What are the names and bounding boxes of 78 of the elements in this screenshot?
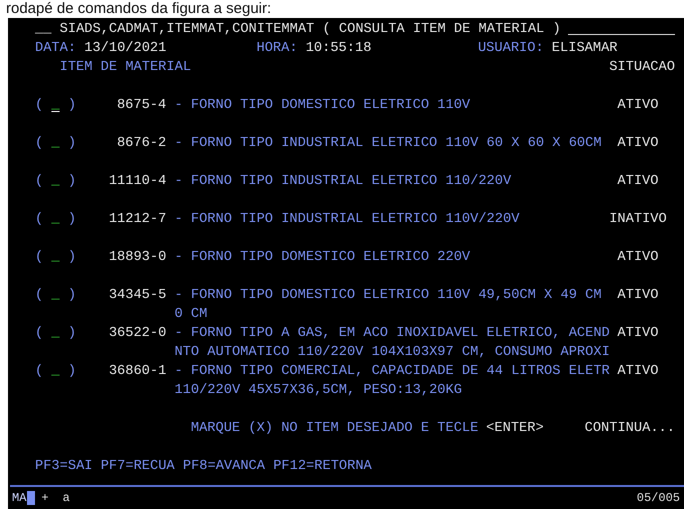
selection-field[interactable]: _ [51,96,60,115]
separator-text: - [174,363,183,381]
caption-text: rodapé de comandos da figura a seguir: [5,0,272,18]
item-status: ATIVO [616,135,660,153]
item-status: ATIVO [616,249,660,267]
item-description: FORNO TIPO DOMESTICO ELETRICO 220V [190,249,470,267]
separator-text: - [174,325,183,343]
item-description: NTO AUTOMATICO 110/220V 104X103X97 CM, CONSUMO APROXI [174,344,610,362]
selection-field[interactable]: _ [51,210,60,229]
bracket: ( [35,249,44,267]
item-status: ATIVO [616,325,660,343]
bracket: ( [35,173,44,191]
item-status: ATIVO [616,287,660,305]
item-status: ATIVO [616,363,660,381]
bracket: ) [68,173,76,191]
item-description: FORNO TIPO DOMESTICO ELETRICO 110V [190,97,470,115]
selection-field[interactable]: _ [51,324,60,343]
separator-text: - [174,287,183,305]
bracket: ( [35,363,44,381]
bracket: ) [68,249,76,267]
bracket: ( [35,287,44,305]
selection-field[interactable]: _ [51,362,60,381]
separator-text: - [174,211,183,229]
input-text: a [62,491,70,505]
item-code: 11110-4 [108,173,166,191]
bracket: ( [35,135,44,153]
date-label: DATA: [35,40,76,58]
separator-text: - [174,249,183,267]
screen-title: __ SIADS,CADMAT,ITEMMAT,CONITEMMAT ( CONSULTA ITEM DE MATERIAL ) [35,21,561,39]
column-header: SITUACAO [609,59,675,77]
user-label: USUARIO: [478,40,544,58]
item-code: 8676-2 [116,135,166,153]
mode-indicator: MA [12,491,26,505]
bracket: ) [68,211,76,229]
selection-field[interactable]: _ [51,134,60,153]
selection-field[interactable]: _ [51,172,60,191]
item-status: ATIVO [616,97,660,115]
bracket: ) [68,325,76,343]
status-indicator: + [41,491,49,505]
function-keys-text: PF3=SAI PF7=RECUA PF8=AVANCA PF12=RETORNA [35,458,372,476]
page-counter: 05/005 [636,491,680,505]
bracket: ( [35,211,44,229]
item-description: 110/220V 45X57X36,5CM, PESO:13,20KG [174,382,462,400]
item-status: INATIVO [609,211,667,229]
separator-text: - [174,97,183,115]
item-description: FORNO TIPO INDUSTRIAL ELETRICO 110V/220V [190,211,520,229]
selection-field[interactable]: _ [51,248,60,267]
user-value: ELISAMAR [552,40,618,58]
instruction-text: MARQUE (X) NO ITEM DESEJADO E TECLE [190,420,478,438]
date-value: 13/10/2021 [84,40,166,58]
enter-key-text: <ENTER> [486,420,544,438]
item-code: 8675-4 [116,97,166,115]
item-description: FORNO TIPO DOMESTICO ELETRICO 110V 49,50CM X 49 CM [190,287,602,305]
item-description: FORNO TIPO INDUSTRIAL ELETRICO 110V 60 X 60 X 60CM [190,135,602,153]
item-code: 36860-1 [108,363,166,381]
time-value: 10:55:18 [306,40,372,58]
item-code: 36522-0 [108,325,166,343]
bracket: ) [68,135,76,153]
bracket: ( [35,97,44,115]
continue-text: CONTINUA... [584,420,675,438]
item-description: FORNO TIPO INDUSTRIAL ELETRICO 110/220V [190,173,512,191]
column-header: ITEM DE MATERIAL [60,59,192,77]
item-description: FORNO TIPO A GAS, EM ACO INOXIDAVEL ELETRICO, ACEND [190,325,610,343]
bracket: ) [68,287,76,305]
time-label: HORA: [256,40,298,58]
cursor-block [27,491,36,505]
item-code: 11212-7 [108,211,166,229]
bracket: ( [35,325,44,343]
item-code: 34345-5 [108,287,166,305]
separator-text: - [174,135,183,153]
selection-field[interactable]: _ [51,286,60,305]
item-status: ATIVO [616,173,660,191]
item-description: FORNO TIPO COMERCIAL, CAPACIDADE DE 44 LITROS ELETR [190,363,610,381]
item-description: 0 CM [174,306,208,324]
separator-text: - [174,173,183,191]
bracket: ) [68,363,76,381]
item-code: 18893-0 [108,249,166,267]
bracket: ) [68,97,76,115]
